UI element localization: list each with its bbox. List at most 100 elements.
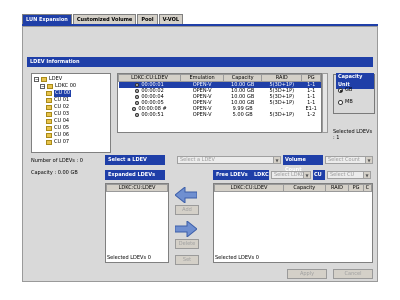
table-row[interactable]: 00:00:51 OPEN-V 5.00 GB 5(3D+1P) 1-2 bbox=[119, 112, 321, 118]
tree-node[interactable]: CU 03 bbox=[34, 111, 108, 118]
tree-node[interactable]: CU 07 bbox=[34, 139, 108, 146]
cu-dropdown[interactable]: Select CU ▼ bbox=[327, 171, 371, 179]
tree-node[interactable]: CU 05 bbox=[34, 125, 108, 132]
column-header[interactable]: Emulation bbox=[180, 74, 225, 82]
column-header[interactable]: RAID bbox=[261, 74, 303, 82]
column-header[interactable]: PG bbox=[348, 184, 364, 192]
tab-lun-expansion[interactable]: LUN Expansion bbox=[22, 14, 72, 24]
column-header[interactable]: C bbox=[362, 184, 373, 192]
cell-text: 5.00 GB bbox=[232, 112, 253, 118]
folder-icon bbox=[46, 133, 52, 138]
tree-node-label: CU 03 bbox=[54, 111, 70, 117]
expanded-ldevs-list[interactable]: LDKC:CU:LDEV bbox=[105, 183, 169, 263]
tree-node-label: CU 02 bbox=[54, 104, 70, 110]
column-header[interactable]: Capacity bbox=[223, 74, 263, 82]
select-ldev-dropdown[interactable]: Select a LDEV ▼ bbox=[177, 156, 281, 164]
folder-icon bbox=[41, 77, 47, 82]
cu-label: CU bbox=[313, 170, 325, 180]
folder-icon bbox=[46, 140, 52, 145]
tab-v-vol[interactable]: V-VOL bbox=[158, 14, 184, 24]
chevron-down-icon: ▼ bbox=[303, 172, 310, 178]
volume-count-dropdown[interactable]: Select Count ▼ bbox=[325, 156, 373, 164]
ldkc-label: LDKC bbox=[253, 170, 269, 180]
mb-radio[interactable]: MB bbox=[338, 99, 353, 105]
table-cell: 00:00:51 bbox=[119, 112, 181, 118]
tree-node[interactable]: CU 00 bbox=[34, 90, 108, 97]
cell-text: OPEN-V bbox=[192, 112, 212, 118]
table-cell: OPEN-V bbox=[181, 112, 224, 118]
capacity-value: 0.00 GB bbox=[57, 170, 78, 176]
column-header[interactable]: LDKC:CU:LDEV bbox=[213, 184, 285, 192]
tree-node-label: LDKC 00 bbox=[55, 83, 77, 89]
cell-text: 1-2 bbox=[307, 112, 316, 118]
folder-icon bbox=[46, 126, 52, 131]
tab-pool[interactable]: Pool bbox=[137, 14, 158, 24]
folder-icon bbox=[46, 105, 52, 110]
capacity-unit-group: Capacity Unit GB MB bbox=[333, 73, 375, 114]
tree-node-label: CU 00 bbox=[54, 90, 72, 97]
tree-node[interactable]: CU 04 bbox=[34, 118, 108, 125]
tree-node-label: CU 04 bbox=[54, 118, 70, 124]
cancel-button[interactable]: Cancel bbox=[333, 269, 373, 279]
free-ldevs-list[interactable]: LDKC:CU:LDEV Capacity RAID PG C bbox=[213, 183, 373, 263]
apply-button[interactable]: Apply bbox=[287, 269, 327, 279]
main-panel: LDEV Information − LDEV − LDKC 00 CU 00 CU 01… bbox=[22, 26, 378, 282]
number-of-ldevs-label: Number of LDEVs : bbox=[31, 158, 79, 164]
ldev-information-header: LDEV Information bbox=[27, 57, 373, 67]
table-cell: 1-2 bbox=[302, 112, 321, 118]
expanded-selected-count: Selected LDEVs 0 bbox=[107, 255, 151, 261]
set-button[interactable]: Set bbox=[175, 255, 199, 265]
tree-node[interactable]: − LDEV bbox=[34, 76, 108, 83]
tree-node[interactable]: CU 02 bbox=[34, 104, 108, 111]
cu-placeholder: Select CU bbox=[330, 172, 355, 178]
column-header[interactable]: RAID bbox=[324, 184, 350, 192]
radio-selected-icon bbox=[338, 87, 343, 93]
mb-label: MB bbox=[345, 99, 353, 105]
ldev-tree[interactable]: − LDEV − LDKC 00 CU 00 CU 01 CU 02 CU 03 CU 04 CU… bbox=[31, 73, 111, 153]
select-ldev-placeholder: Select a LDEV bbox=[180, 157, 215, 163]
move-left-arrow-icon[interactable] bbox=[175, 187, 197, 203]
column-header[interactable]: LDKC:CU:LDEV bbox=[117, 74, 182, 82]
ldev-icon bbox=[135, 88, 140, 93]
tree-node-label: CU 06 bbox=[54, 132, 70, 138]
folder-icon bbox=[46, 112, 52, 117]
select-ldev-label: Select a LDEV bbox=[105, 155, 165, 165]
collapse-icon[interactable]: − bbox=[40, 84, 45, 90]
ldkc-dropdown[interactable]: Select LDKC ▼ bbox=[271, 171, 311, 179]
gb-radio[interactable]: GB bbox=[338, 87, 352, 93]
free-selected-count: Selected LDEVs 0 bbox=[215, 255, 259, 261]
volume-count-placeholder: Select Count bbox=[328, 157, 360, 163]
ldev-icon bbox=[135, 94, 140, 99]
tree-node[interactable]: CU 06 bbox=[34, 132, 108, 139]
folder-icon bbox=[46, 98, 52, 103]
expanded-ldevs-header: Expanded LDEVs bbox=[105, 170, 165, 180]
gb-label: GB bbox=[345, 87, 353, 93]
volume-count-label: Volume Count bbox=[283, 155, 323, 173]
ldev-table[interactable]: LDKC:CU:LDEV Emulation Capacity RAID PG … bbox=[117, 73, 322, 133]
ldev-icon bbox=[135, 112, 140, 117]
table-cell: 5(3D+1P) bbox=[262, 112, 302, 118]
column-header[interactable]: PG bbox=[301, 74, 321, 82]
ldev-icon bbox=[135, 100, 140, 105]
tree-node[interactable]: − LDKC 00 bbox=[34, 83, 108, 90]
column-header[interactable]: LDKC:CU:LDEV bbox=[106, 184, 168, 192]
cell-text: 00:00:51 bbox=[141, 112, 164, 118]
collapse-icon[interactable]: − bbox=[34, 77, 39, 83]
folder-icon bbox=[46, 91, 52, 96]
number-of-ldevs-value: 0 bbox=[79, 158, 83, 164]
tree-node-label: CU 07 bbox=[54, 139, 70, 145]
expanded-selected-label: Selected LDEVs bbox=[107, 255, 147, 261]
ldev-table-scrollbar[interactable] bbox=[322, 73, 328, 133]
tree-node[interactable]: CU 01 bbox=[34, 97, 108, 104]
tab-customized-volume[interactable]: Customized Volume bbox=[72, 14, 137, 24]
chevron-down-icon: ▼ bbox=[365, 157, 372, 163]
cell-text: 5(3D+1P) bbox=[269, 112, 295, 118]
tree-node-label: CU 01 bbox=[54, 97, 70, 103]
add-button[interactable]: Add bbox=[175, 205, 199, 215]
move-right-arrow-icon[interactable] bbox=[175, 221, 197, 237]
table-cell: 5.00 GB bbox=[224, 112, 262, 118]
folder-icon bbox=[46, 119, 52, 124]
free-selected-value: 0 bbox=[255, 255, 259, 261]
column-header[interactable]: Capacity bbox=[283, 184, 326, 192]
delete-button[interactable]: Delete bbox=[175, 239, 199, 249]
